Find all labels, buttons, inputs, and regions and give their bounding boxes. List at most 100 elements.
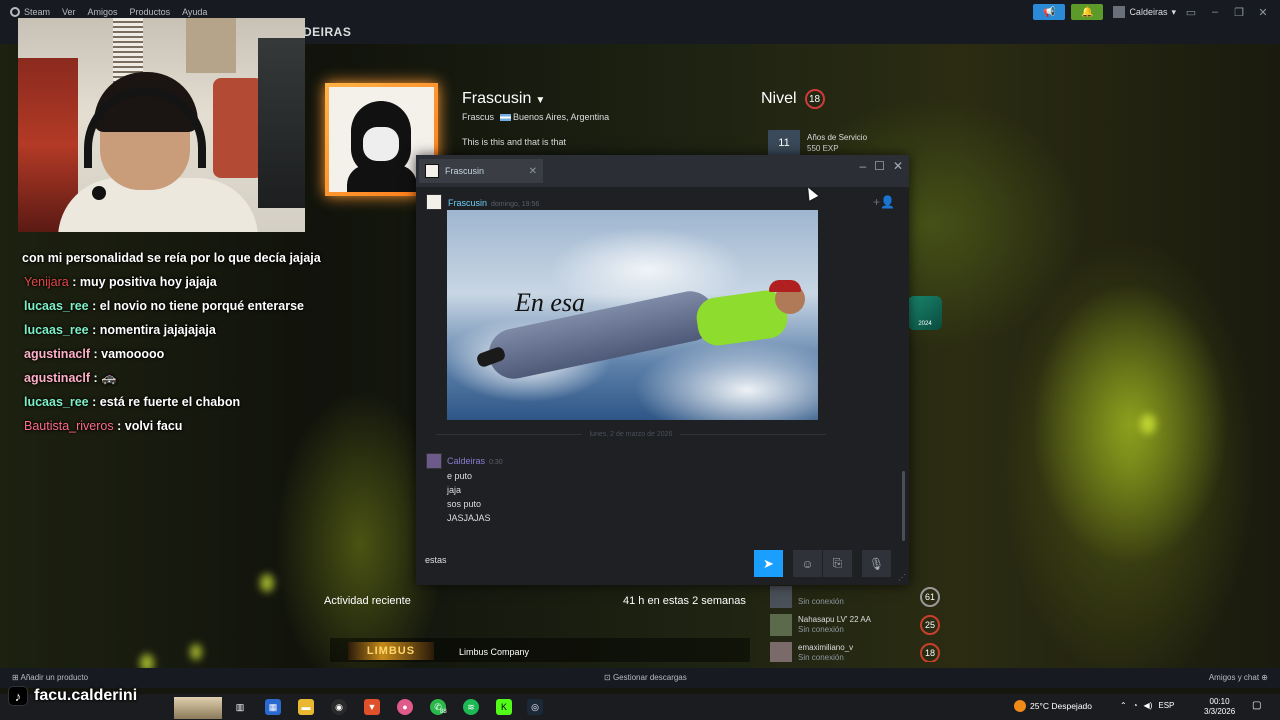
location: Buenos Aires, Argentina <box>500 112 609 122</box>
friend-name: emaximiliano_v <box>798 643 854 652</box>
chat-username: agustinaclf <box>24 347 90 361</box>
minimize-icon[interactable]: – <box>1206 6 1224 18</box>
chat-image[interactable]: En esa <box>447 210 818 420</box>
message-sender[interactable]: Frascusin <box>448 198 487 208</box>
profile-level: Nivel 18 <box>761 89 825 109</box>
friends-chat-button[interactable]: Amigos y chat ⊕ <box>1209 673 1268 682</box>
menu-games[interactable]: Productos <box>130 7 171 17</box>
avatar[interactable] <box>426 453 442 469</box>
weather-text: 25°C Despejado <box>1030 701 1092 711</box>
add-product-label: Añadir un producto <box>20 673 89 682</box>
file-explorer-icon[interactable]: ▬ <box>298 699 314 715</box>
avatar <box>425 164 439 178</box>
badge-2024-label: 2024 <box>918 321 932 327</box>
stream-chat-overlay: con mi personalidad se reía por lo que d… <box>22 246 332 438</box>
menu-view[interactable]: Ver <box>62 7 76 17</box>
menu-help[interactable]: Ayuda <box>182 7 207 17</box>
big-picture-icon[interactable]: ▭ <box>1182 6 1200 19</box>
notifications-icon[interactable]: ▢ <box>1252 700 1261 711</box>
close-icon[interactable]: ✕ <box>1254 6 1272 19</box>
maximize-icon[interactable]: ☐ <box>874 159 885 173</box>
page-title: DEIRAS <box>303 25 352 39</box>
account-name: Caldeiras <box>1129 7 1168 17</box>
brave-icon[interactable]: ▼ <box>364 699 380 715</box>
chat-message: JASJAJAS <box>447 513 491 523</box>
weather-widget[interactable]: 25°C Despejado <box>1014 700 1092 712</box>
resize-grip-icon[interactable]: ⋰ <box>898 573 906 582</box>
send-button[interactable]: ➤ <box>754 550 783 577</box>
friend-level: 61 <box>920 587 940 607</box>
divider-line <box>436 434 582 435</box>
avatar <box>770 586 792 608</box>
location-text: Buenos Aires, Argentina <box>513 112 610 122</box>
badge-2024[interactable]: 2024 <box>908 296 942 330</box>
profile-name-menu[interactable]: Frascusin ▼ <box>462 90 545 108</box>
microphone <box>92 186 106 200</box>
chat-username: lucaas_ree <box>24 299 89 313</box>
friend-name: Nahasapu LV' 22 AA <box>798 615 871 624</box>
chat-message: : vamooooo <box>93 347 165 361</box>
notifications-button[interactable]: 🔔 <box>1071 4 1104 20</box>
recent-hours: 41 h en estas 2 semanas <box>623 595 746 607</box>
game-logo[interactable]: LIMBUS <box>348 642 434 660</box>
chat-message: : nomentira jajajajaja <box>92 323 216 337</box>
system-tray[interactable]: ⌃ ◔ ◀) ESP <box>1120 701 1174 710</box>
menu-friends[interactable]: Amigos <box>88 7 118 17</box>
clock[interactable]: 00:10 3/3/2026 <box>1204 697 1235 717</box>
maximize-icon[interactable]: ❐ <box>1230 6 1248 19</box>
voice-button[interactable]: 🎙 <box>862 550 891 577</box>
stream-chat-line: lucaas_ree : está re fuerte el chabon <box>22 390 332 414</box>
task-view-icon[interactable]: ▥ <box>232 699 248 715</box>
chat-tab[interactable]: Frascusin ✕ <box>419 159 543 183</box>
emoticon-button[interactable]: ☺ <box>793 550 822 577</box>
manage-downloads-button[interactable]: ⊡ Gestionar descargas <box>604 673 687 682</box>
avatar <box>770 614 792 636</box>
chat-message: con mi personalidad se reía por lo que d… <box>22 251 321 265</box>
close-tab-icon[interactable]: ✕ <box>529 166 537 177</box>
clock-time: 00:10 <box>1209 697 1230 706</box>
friends-chat-label: Amigos y chat <box>1208 673 1260 682</box>
store-icon[interactable]: ▦ <box>265 699 281 715</box>
bell-icon: 🔔 <box>1081 6 1094 18</box>
paperclip-icon: ⎘ <box>832 556 843 570</box>
chat-message-input[interactable] <box>422 545 752 575</box>
webcam-background <box>213 78 263 178</box>
level-badge[interactable]: 18 <box>804 89 825 109</box>
language-indicator: ESP <box>1158 701 1175 710</box>
friend-row[interactable]: Nahasapu LV' 22 AA Sin conexión 25 <box>770 614 950 636</box>
kick-icon[interactable]: K <box>496 699 512 715</box>
stream-chat-line: lucaas_ree : nomentira jajajajaja <box>22 318 332 342</box>
add-product-button[interactable]: ⊞ Añadir un producto <box>12 673 88 682</box>
chat-message: : volvi facu <box>117 419 183 433</box>
announcements-button[interactable]: 📢 <box>1033 4 1066 20</box>
app-icon[interactable]: ● <box>397 699 413 715</box>
avatar[interactable] <box>426 194 442 210</box>
chat-message: sos puto <box>447 499 482 509</box>
account-menu[interactable]: Caldeiras ▾ <box>1113 6 1176 18</box>
chrome-icon[interactable]: ◉ <box>331 699 347 715</box>
badge-title: Años de Servicio <box>807 133 868 142</box>
minimize-icon[interactable]: – <box>859 159 866 173</box>
background-glow <box>190 644 202 660</box>
steam-taskbar-icon[interactable]: ◎ <box>527 699 543 715</box>
friend-status: Sin conexión <box>798 653 844 662</box>
steam-bottom-bar: ⊞ Añadir un producto ⊡ Gestionar descarg… <box>0 668 1280 688</box>
menu-steam[interactable]: Steam <box>10 7 50 18</box>
webcam-overlay <box>18 18 305 232</box>
date-divider: lunes, 2 de marzo de 2026 <box>436 431 827 438</box>
years-of-service-badge[interactable]: 11 <box>768 130 800 156</box>
stream-chat-line: lucaas_ree : el novio no tiene porqué en… <box>22 294 332 318</box>
chat-scrollbar[interactable] <box>902 471 905 541</box>
profile-summary: This is this and that is that <box>462 137 567 147</box>
add-friend-icon[interactable]: +👤 <box>873 195 895 209</box>
message-time: domingo, 19:56 <box>491 201 540 208</box>
friend-row[interactable]: Sin conexión 61 <box>770 586 950 608</box>
message-sender[interactable]: Caldeiras <box>447 456 485 466</box>
friend-level: 25 <box>920 615 940 635</box>
message-group: e puto jaja sos puto JASJAJAS <box>447 469 491 525</box>
spotify-icon[interactable]: ≋ <box>463 699 479 715</box>
attach-button[interactable]: ⎘ <box>823 550 852 577</box>
game-name[interactable]: Limbus Company <box>459 647 529 657</box>
close-icon[interactable]: ✕ <box>893 159 903 173</box>
friend-row[interactable]: emaximiliano_v Sin conexión 18 <box>770 642 950 662</box>
